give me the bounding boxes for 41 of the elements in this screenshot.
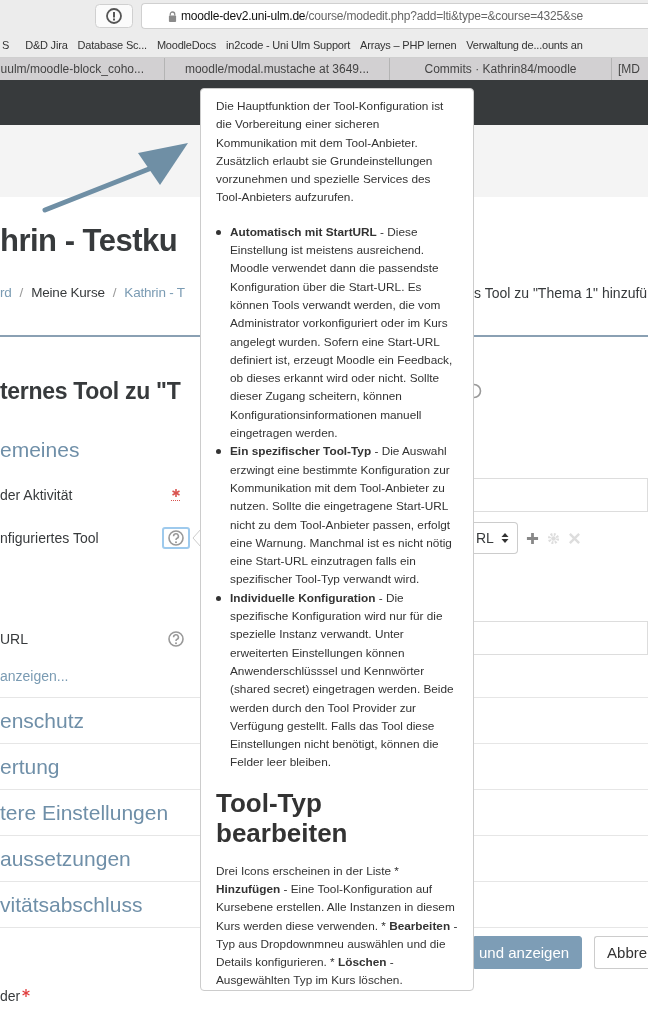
- text-field[interactable]: [474, 621, 648, 655]
- breadcrumb-separator: /: [19, 285, 24, 300]
- bookmark-link[interactable]: MoodleDocs: [156, 38, 217, 51]
- breadcrumb-item[interactable]: Meine Kurse: [31, 285, 105, 300]
- bullet-icon: [216, 595, 221, 601]
- help-text: Drei Icons erscheinen in der Liste *Hinzufügen - Eine Tool-Konfiguration auf Kursebene erstellen. Alle Instanzen in diesem Kurs werden diese verwenden. *Bearbeiten - Typ aus Dropdownmneu auswählen und die Details konfigurieren. *Löschen - Ausgewählten Typ im Kurs löschen.: [216, 862, 459, 990]
- bullet-icon: [216, 449, 221, 455]
- help-list-item: Automatisch mit StartURL - Diese Einstellung ist meistens ausreichend. Moodle verwendet dann die passendste Konfiguration über die Start-URL. Es können Tools verwandt werden, die vom Administrator vorkonfiguriert oder im Kurs angelegt wurden. Sofern eine Start-URL definiert ist, erzeugt Moodle ein Feedback, ob dieses erkannt wird oder nicht. Sollte dieser Zugang scheitern, können Konfigurationsinformationen manuell eingetragen werden.: [230, 223, 454, 443]
- section-title[interactable]: enschutz: [0, 708, 200, 733]
- add-icon[interactable]: [525, 531, 539, 545]
- section-title[interactable]: aussetzungen: [0, 846, 200, 871]
- bookmark-link[interactable]: in2code - Uni Ulm Support: [226, 38, 351, 51]
- field-label: URL: [0, 631, 28, 647]
- bookmark-link[interactable]: Verwaltung de...ounts an: [466, 38, 583, 51]
- bookmark-link[interactable]: Arrays – PHP lernen: [360, 38, 457, 51]
- field-label: nfiguriertes Tool: [0, 530, 99, 546]
- info-button[interactable]: [95, 4, 133, 28]
- help-text: Die Hauptfunktion der Tool-Konfiguration ist die Vorbereitung einer sicheren Kommunikation mit dem Tool-Anbieter. Zusätzlich erlaubt sie Grundeinstellungen vorzunehmen und spezielle Services des Tool-Anbieters aufzurufen.: [216, 98, 445, 207]
- breadcrumb-separator: /: [112, 285, 117, 300]
- text-field[interactable]: [474, 478, 648, 512]
- section-title[interactable]: emeines: [0, 438, 200, 462]
- bookmark-link[interactable]: S: [2, 38, 10, 51]
- sort-arrows-icon: [500, 532, 509, 544]
- help-list-item: Individuelle Konfiguration - Die spezifische Konfiguration wird nur für die spezielle Instanz verwandt. Unter erweiterten Einstellungen können Anwenderschlüsssel und Kennwörter (shared secret) eingetragen werden. Beide werden durch den Tool Provider zur Verfügung gestellt. Falls das Tool diese Einstellungen nicht benötigt, können die Felder leer bleiben.: [230, 589, 455, 772]
- page-heading: ternes Tool zu "T: [0, 377, 182, 405]
- section-title[interactable]: vitätsabschluss: [0, 892, 200, 917]
- field-label: der Aktivität: [0, 487, 73, 503]
- section-title[interactable]: ertung: [0, 754, 200, 779]
- course-title: hrin - Testku: [0, 223, 179, 259]
- section-title[interactable]: tere Einstellungen: [0, 800, 200, 825]
- address-bar[interactable]: moodle-dev2.uni-ulm.de/course/modedit.php?add=lti&type=&course=4325&se: [141, 3, 648, 29]
- help-list-item: Ein spezifischer Tool-Typ - Die Auswahl erzwingt eine bestimmte Konfiguration zur Kommunikation mit dem Tool-Anbieter zu nutzen. Sollte die eingetragene Start-URL nicht zu dem Tool-Anbieter passen, erfolgt eine Warnung. Manchmal ist es nicht nötig eine Start-URL einzutragen falls ein spezifischer Tool-Typ verwandt wird.: [230, 443, 453, 589]
- help-heading: Tool-Typ bearbeiten: [216, 787, 349, 848]
- breadcrumb-current: s Tool zu "Thema 1" hinzufü: [474, 285, 648, 301]
- lock-icon: [168, 10, 177, 22]
- bookmark-link[interactable]: D&D Jira: [25, 38, 68, 51]
- bookmark-link[interactable]: Database Sc...: [77, 38, 147, 51]
- cancel-button[interactable]: Abbre: [594, 935, 648, 969]
- field-label: der: [0, 988, 21, 1004]
- bullet-icon: [216, 229, 221, 235]
- browser-tab[interactable]: [MD: [612, 58, 648, 80]
